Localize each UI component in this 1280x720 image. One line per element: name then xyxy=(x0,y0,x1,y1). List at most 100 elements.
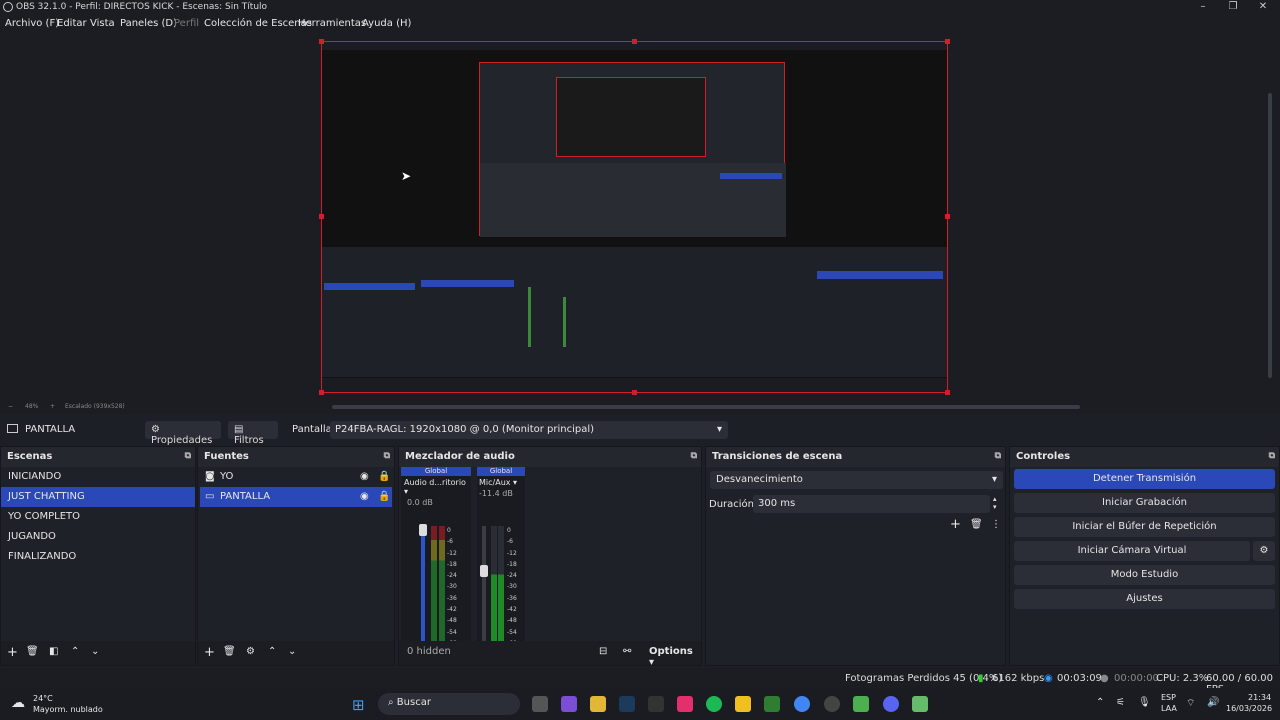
menu-perfil[interactable]: Perfil xyxy=(174,18,199,29)
menu-paneles[interactable]: Paneles (D) xyxy=(120,18,177,29)
window-title: OBS 32.1.0 - Perfil: DIRECTOS KICK - Esc… xyxy=(16,2,268,12)
properties-button[interactable]: ⚙ Propiedades xyxy=(145,421,221,446)
menu-coleccion[interactable]: Colección de Escenas xyxy=(204,18,312,29)
options-button[interactable]: Options ▾ xyxy=(649,646,701,668)
menu-archivo[interactable]: Archivo (F) xyxy=(5,18,59,29)
channel-name[interactable]: Audio d...ritorio ▾ xyxy=(401,476,471,498)
scene-item[interactable]: FINALIZANDO xyxy=(1,547,195,567)
zoom-percent[interactable]: 48% xyxy=(25,403,38,410)
lock-app-icon[interactable] xyxy=(735,696,751,712)
scene-item[interactable]: YO COMPLETO xyxy=(1,507,195,527)
duration-stepper[interactable]: ▴ ▾ xyxy=(993,495,997,511)
move-down-icon[interactable]: ⌄ xyxy=(288,646,296,657)
menu-herramientas[interactable]: Herramientas xyxy=(298,18,366,29)
trash-icon[interactable]: 🗑 xyxy=(970,519,983,530)
app-icon[interactable] xyxy=(764,696,780,712)
channel-db: -11.4 dB xyxy=(479,489,513,498)
preview-canvas[interactable] xyxy=(321,41,948,393)
source-item[interactable]: ▭ PANTALLA ◉ 🔒 xyxy=(200,487,392,507)
settings-button[interactable]: Ajustes xyxy=(1014,589,1275,609)
copilot-icon[interactable] xyxy=(561,696,577,712)
minecraft-icon[interactable] xyxy=(853,696,869,712)
weather-temp[interactable]: 24°C xyxy=(33,694,53,703)
layout-icon[interactable]: ⊟ xyxy=(599,646,607,657)
taskbar-search[interactable]: ⌕ Buscar xyxy=(378,693,520,715)
app2-icon[interactable] xyxy=(912,696,928,712)
more-vertical-icon[interactable]: ⋮ xyxy=(991,519,1001,530)
filter-icon[interactable]: ◧ xyxy=(49,646,58,657)
scene-item[interactable]: JUGANDO xyxy=(1,527,195,547)
eye-icon[interactable]: ◉ xyxy=(360,491,369,502)
scaling-label[interactable]: Escalado (939x528) xyxy=(65,403,125,410)
undock-icon[interactable]: ⧉ xyxy=(1269,451,1275,461)
file-explorer-icon[interactable] xyxy=(590,696,606,712)
audio-mixer-dock: Mezclador de audio ⧉ Global Audio d...rit… xyxy=(398,446,702,668)
spotify-icon[interactable] xyxy=(706,696,722,712)
source-item[interactable]: ◙ YO ◉ 🔒 xyxy=(198,467,394,487)
weather-icon[interactable]: ☁ xyxy=(11,695,25,711)
language-indicator[interactable]: ESP xyxy=(1161,693,1176,702)
filters-button[interactable]: ▤ Filtros xyxy=(228,421,278,446)
start-replay-buffer-button[interactable]: Iniciar el Búfer de Repetición xyxy=(1014,517,1275,537)
virtual-camera-settings-icon[interactable]: ⚙ xyxy=(1253,541,1275,561)
scene-item[interactable]: INICIANDO xyxy=(1,467,195,487)
start-recording-button[interactable]: Iniciar Grabación xyxy=(1014,493,1275,513)
scene-item[interactable]: JUST CHATTING xyxy=(1,487,195,507)
preview-vertical-scrollbar[interactable] xyxy=(1266,38,1274,398)
undock-icon[interactable]: ⧉ xyxy=(185,451,191,461)
preview-horizontal-scrollbar[interactable] xyxy=(332,405,1080,409)
volume-handle[interactable] xyxy=(480,565,488,577)
undock-icon[interactable]: ⧉ xyxy=(384,451,390,461)
channel-name[interactable]: Mic/Aux ▾ xyxy=(477,476,525,489)
volume-slider[interactable] xyxy=(482,526,486,641)
volume-handle[interactable] xyxy=(419,524,427,536)
task-view-icon[interactable] xyxy=(532,696,548,712)
weather-text[interactable]: Mayorm. nublado xyxy=(33,705,103,714)
scenes-dock: Escenas ⧉ INICIANDO JUST CHATTING YO COMP… xyxy=(0,446,196,666)
trash-icon[interactable]: 🗑 xyxy=(223,646,236,657)
discord-icon[interactable] xyxy=(883,696,899,712)
lock-icon[interactable]: 🔒 xyxy=(378,471,390,482)
move-up-icon[interactable]: ⌃ xyxy=(71,646,79,657)
steam-icon[interactable] xyxy=(619,696,635,712)
undock-icon[interactable]: ⧉ xyxy=(995,451,1001,461)
lock-icon[interactable]: 🔒 xyxy=(378,491,390,502)
wifi-icon[interactable]: ⌔ xyxy=(1186,697,1195,710)
studio-mode-button[interactable]: Modo Estudio xyxy=(1014,565,1275,585)
eye-icon[interactable]: ◉ xyxy=(360,471,369,482)
clock-time[interactable]: 21:34 xyxy=(1248,693,1271,702)
display-label: Pantalla xyxy=(292,424,332,435)
add-icon[interactable]: + xyxy=(7,645,18,660)
add-icon[interactable]: + xyxy=(950,517,961,532)
undock-icon[interactable]: ⧉ xyxy=(691,451,697,461)
menu-vista[interactable]: Vista xyxy=(90,18,115,29)
start-virtual-camera-button[interactable]: Iniciar Cámara Virtual xyxy=(1014,541,1250,561)
tiktok-icon[interactable] xyxy=(677,696,693,712)
duration-input[interactable]: 300 ms xyxy=(753,495,990,513)
restore-button[interactable]: ❐ xyxy=(1218,0,1248,14)
chevron-up-icon[interactable]: ⌃ xyxy=(1096,697,1104,708)
obs-icon[interactable] xyxy=(824,696,840,712)
close-button[interactable]: ✕ xyxy=(1248,0,1278,14)
language-indicator-sub[interactable]: LAA xyxy=(1161,704,1177,713)
move-up-icon[interactable]: ⌃ xyxy=(268,646,276,657)
gear-icon[interactable]: ⚙ xyxy=(246,646,255,657)
network-icon[interactable]: ⚟ xyxy=(1116,697,1125,708)
minimize-button[interactable]: – xyxy=(1188,0,1218,14)
microphone-icon[interactable]: 🎙 xyxy=(1138,697,1151,708)
clock-date[interactable]: 16/03/2026 xyxy=(1226,704,1272,713)
volume-icon[interactable]: 🔊 xyxy=(1207,697,1219,708)
monitor-select[interactable]: P24FBA-RAGL: 1920x1080 @ 0,0 (Monitor pr… xyxy=(330,421,728,439)
transition-select[interactable]: Desvanecimiento ▾ xyxy=(710,471,1003,489)
chrome-icon[interactable] xyxy=(794,696,810,712)
trash-icon[interactable]: 🗑 xyxy=(26,646,39,657)
stop-streaming-button[interactable]: Detener Transmisión xyxy=(1014,469,1275,489)
volume-slider[interactable] xyxy=(421,526,425,641)
menu-ayuda[interactable]: Ayuda (H) xyxy=(362,18,411,29)
menu-editar[interactable]: Editar xyxy=(57,18,87,29)
link-icon[interactable]: ⚯ xyxy=(623,646,631,657)
windows-start-icon[interactable]: ⊞ xyxy=(352,696,365,714)
add-icon[interactable]: + xyxy=(204,645,215,660)
epic-games-icon[interactable] xyxy=(648,696,664,712)
move-down-icon[interactable]: ⌄ xyxy=(91,646,99,657)
